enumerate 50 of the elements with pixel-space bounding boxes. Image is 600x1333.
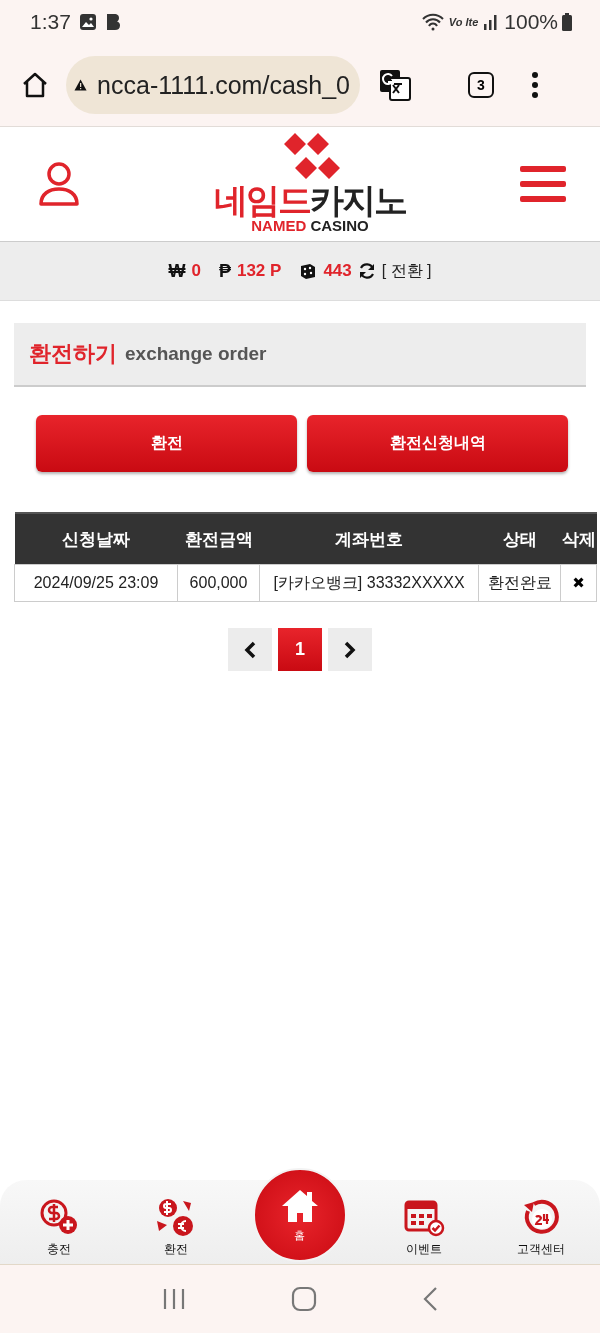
page-button[interactable]: 1: [278, 628, 322, 671]
point-symbol: ₱: [218, 260, 231, 282]
section-subtitle: exchange order: [125, 343, 267, 365]
logo-text: 네임드: [214, 181, 310, 219]
nav-item[interactable]: 이벤트: [384, 1197, 465, 1258]
b-app-icon: [104, 13, 121, 31]
table-cell: 600,000: [177, 564, 260, 602]
back-icon[interactable]: [421, 1286, 438, 1312]
column-header: 환전금액: [177, 513, 260, 565]
won-balance: 0: [191, 261, 201, 281]
translate-icon[interactable]: [378, 68, 412, 102]
address-bar[interactable]: ncca-1111.com/cash_0: [66, 56, 360, 114]
nav-item[interactable]: 충전: [18, 1197, 99, 1258]
logo-subtitle: NAMED: [251, 217, 307, 234]
table-cell: [카카오뱅크] 33332XXXXX: [259, 564, 479, 602]
delete-button[interactable]: ✖: [560, 564, 597, 602]
battery-percent: 100%: [504, 10, 558, 34]
previous-page-button[interactable]: [228, 628, 272, 671]
refresh-icon[interactable]: [357, 262, 376, 280]
convert-link[interactable]: [ 전환 ]: [381, 260, 432, 282]
logo-text: 카지노: [310, 181, 406, 219]
point-balance: 132 P: [236, 261, 282, 281]
won-symbol: ₩: [168, 260, 186, 282]
nav-item[interactable]: 고객센터: [501, 1197, 582, 1258]
chevron-right-icon: [343, 640, 357, 659]
table-cell: 2024/09/25 23:09: [14, 564, 178, 602]
column-header: 삭제: [560, 513, 597, 565]
logo-subtitle: CASINO: [310, 217, 369, 234]
table-cell: 환전완료: [478, 564, 561, 602]
action-button[interactable]: 환전: [36, 415, 297, 472]
menu-icon[interactable]: [530, 70, 540, 100]
column-header: 상태: [478, 513, 561, 565]
clock: 1:37: [30, 10, 71, 34]
nav-item[interactable]: 환전: [135, 1197, 216, 1258]
battery-icon: [562, 13, 572, 31]
column-header: 계좌번호: [259, 513, 479, 565]
chip-balance: 443: [323, 261, 352, 281]
user-icon[interactable]: [38, 161, 80, 207]
chevron-left-icon: [243, 640, 257, 659]
column-header: 신청날짜: [14, 513, 178, 565]
image-icon: [78, 13, 97, 31]
wifi-icon: [420, 13, 445, 31]
next-page-button[interactable]: [328, 628, 372, 671]
chip-icon: [299, 263, 318, 279]
tab-count-button[interactable]: 3: [468, 72, 494, 98]
network-label: Vo lte: [448, 16, 479, 28]
section-title: 환전하기: [29, 340, 117, 368]
recent-apps-icon[interactable]: [162, 1288, 187, 1310]
home-nav-button[interactable]: 홈: [252, 1168, 347, 1262]
action-button[interactable]: 환전신청내역: [307, 415, 568, 472]
